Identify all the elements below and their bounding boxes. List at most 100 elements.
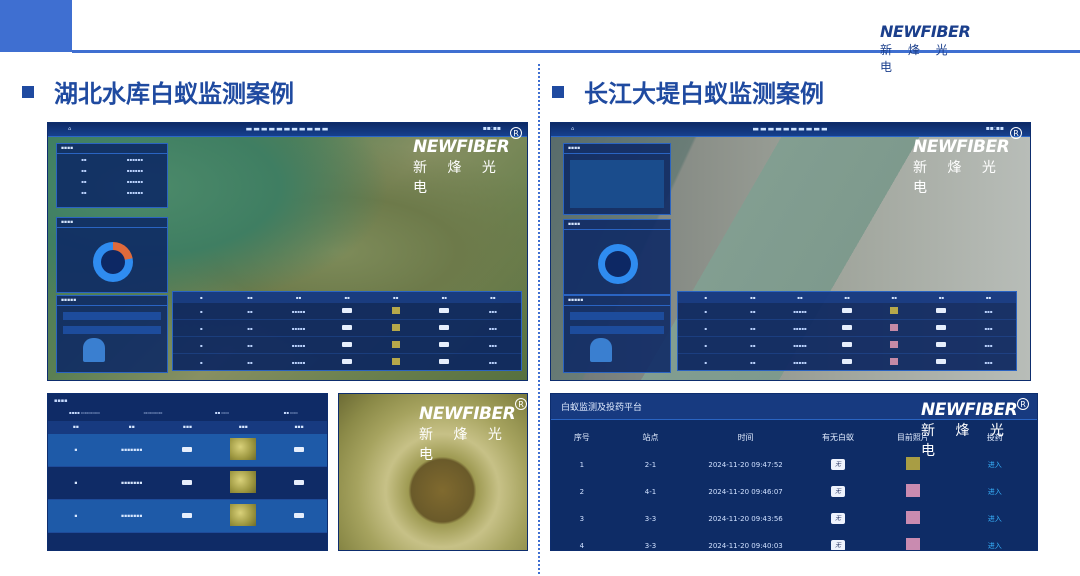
date-filter-graphic[interactable]: ▪▪▪▪ ▭▭▭▭▭	[54, 410, 115, 415]
platform-header-bar: ⌂ ▬▬▬▬▬▬▬▬▬▬ ▪▪:▪▪	[551, 123, 1030, 137]
history-table-screenshot: ▪▪▪▪ ▪▪▪▪ ▭▭▭▭▭ ▭▭▭▭▭ ▪▪ ▭▭ ▪▪ ▭▭ ▪▪ ▪▪ ▪▪…	[47, 393, 328, 551]
enter-link[interactable]: 进入	[952, 514, 1037, 524]
row-site: 3-3	[644, 541, 657, 550]
company-logo: NEWFIBER 新 烽 光 电	[880, 22, 980, 74]
contact-title-graphic: ▪▪▪▪▪	[564, 296, 670, 306]
table-row[interactable]: ▪ ▪▪ ▪▪▪▪▪ ▪▪▪	[173, 337, 521, 354]
termite-flag-badge: 无	[831, 540, 846, 550]
station-donut-chart	[93, 242, 133, 282]
table-row[interactable]: 2 4-1 2024-11-20 09:46:07 无 进入	[551, 478, 1037, 505]
row-site: 4-1	[644, 487, 657, 496]
photo-thumbnail[interactable]	[905, 484, 920, 497]
monitor-table: ▪ ▪▪ ▪▪ ▪▪ ▪▪ ▪▪ ▪▪ ▪ ▪▪ ▪▪▪▪▪ ▪▪▪ ▪ ▪▪ ▪▪▪▪▪ ▪▪▪ ▪ ▪…	[677, 291, 1017, 371]
monitor-table: ▪ ▪▪ ▪▪ ▪▪ ▪▪ ▪▪ ▪▪ ▪ ▪▪ ▪▪▪▪▪ ▪▪▪ ▪ ▪▪ ▪▪▪▪▪ ▪▪▪ ▪ ▪…	[172, 291, 522, 371]
zoomed-monitor-table: 白蚁监测及投药平台 序号 站点 时间 有无白蚁 目前照片 投药 1 2-1 20…	[550, 393, 1038, 551]
contact-field	[63, 312, 161, 320]
left-section-heading: 湖北水库白蚁监测案例	[22, 74, 294, 109]
alert-row[interactable]: ▪▪ ▪▪▪▪▪▪	[57, 165, 167, 176]
header-accent-block	[0, 0, 72, 52]
date-filter-graphic[interactable]: ▭▭▭▭▭	[123, 410, 184, 415]
user-avatar-icon	[83, 338, 105, 362]
row-no: 2	[579, 487, 585, 496]
photo-thumbnail[interactable]	[905, 511, 920, 524]
photo-thumbnail[interactable]	[905, 457, 920, 470]
platform-header-bar: ⌂ ▬▬▬▬▬▬▬▬▬▬▬ ▪▪:▪▪	[48, 123, 527, 137]
table-row[interactable]: ▪ ▪▪▪▪▪▪▪	[48, 467, 327, 500]
logo-text-en: NEWFIBER	[880, 22, 971, 41]
user-avatar-icon	[590, 338, 612, 362]
overlay-logo-cn: 新 烽 光 电	[921, 423, 1012, 459]
row-time: 2024-11-20 09:40:03	[708, 541, 783, 550]
levee-platform-screenshot: ⌂ ▬▬▬▬▬▬▬▬▬▬ ▪▪:▪▪ ▪▪▪▪ ▪▪▪▪ ▪▪▪▪▪ ▪ ▪▪ ▪▪…	[550, 122, 1031, 381]
monitor-table-header: ▪ ▪▪ ▪▪ ▪▪ ▪▪ ▪▪ ▪▪	[173, 292, 521, 303]
row-site: 3-3	[644, 514, 657, 523]
contact-field	[63, 326, 161, 334]
enter-link[interactable]: 进入	[952, 487, 1037, 497]
overlay-logo-cn: 新 烽 光 电	[913, 160, 1004, 196]
table-row[interactable]: ▪ ▪▪ ▪▪▪▪▪ ▪▪▪	[173, 303, 521, 320]
contact-field	[570, 312, 664, 320]
contact-field	[570, 326, 664, 334]
photo-thumbnail[interactable]	[905, 538, 920, 550]
history-title-graphic: ▪▪▪▪	[54, 398, 68, 404]
slide: NEWFIBER 新 烽 光 电 湖北水库白蚁监测案例 长江大堤白蚁监测案例 ⌂…	[0, 0, 1080, 576]
platform-clock-graphic: ▪▪:▪▪	[985, 125, 1004, 132]
station-stats-title-graphic: ▪▪▪▪	[57, 218, 167, 228]
station-stats-box: ▪▪▪▪	[56, 217, 168, 293]
platform-title-graphic: ▬▬▬▬▬▬▬▬▬▬▬	[245, 125, 330, 133]
overlay-logo-cn: 新 烽 光 电	[413, 160, 504, 196]
alert-row[interactable]: ▪▪ ▪▪▪▪▪▪	[57, 176, 167, 187]
overlay-logo: NEWFIBER 新 烽 光 电	[913, 137, 1030, 197]
alert-row[interactable]: ▪▪ ▪▪▪▪▪▪	[57, 154, 167, 165]
row-site: 2-1	[644, 460, 657, 469]
row-no: 1	[579, 460, 585, 469]
table-row[interactable]: 3 3-3 2024-11-20 09:43:56 无 进入	[551, 505, 1037, 532]
col-site: 站点	[642, 433, 659, 442]
registered-mark-icon: R	[510, 127, 522, 139]
enter-link[interactable]: 进入	[952, 460, 1037, 470]
table-row[interactable]: ▪ ▪▪ ▪▪▪▪▪ ▪▪▪	[173, 354, 521, 371]
row-no: 4	[579, 541, 585, 550]
reservoir-platform-screenshot: ⌂ ▬▬▬▬▬▬▬▬▬▬▬ ▪▪:▪▪ ▪▪▪▪ ▪▪ ▪▪▪▪▪▪ ▪▪ ▪▪▪▪…	[47, 122, 528, 381]
alert-row[interactable]: ▪▪ ▪▪▪▪▪▪	[57, 187, 167, 198]
enter-link[interactable]: 进入	[952, 541, 1037, 551]
table-row[interactable]: ▪ ▪▪ ▪▪▪▪▪ ▪▪▪	[678, 320, 1016, 337]
flag-filter-graphic[interactable]: ▪▪ ▭▭	[192, 410, 253, 415]
row-time: 2024-11-20 09:46:07	[708, 487, 783, 496]
row-time: 2024-11-20 09:47:52	[708, 460, 783, 469]
right-section-heading: 长江大堤白蚁监测案例	[552, 74, 824, 109]
contact-box: ▪▪▪▪▪	[56, 295, 168, 373]
right-section-title: 长江大堤白蚁监测案例	[584, 80, 824, 108]
platform-clock-graphic: ▪▪:▪▪	[482, 125, 501, 132]
table-row[interactable]: 4 3-3 2024-11-20 09:40:03 无 进入	[551, 532, 1037, 551]
station-stats-title-graphic: ▪▪▪▪	[564, 220, 670, 230]
station-filter-graphic[interactable]: ▪▪ ▭▭	[260, 410, 321, 415]
table-row[interactable]: ▪ ▪▪ ▪▪▪▪▪ ▪▪▪	[678, 303, 1016, 320]
history-table-header: ▪▪ ▪▪ ▪▪▪ ▪▪▪ ▪▪▪	[48, 421, 327, 434]
alert-list-title-graphic: ▪▪▪▪	[564, 144, 670, 154]
termite-flag-badge: 无	[831, 459, 846, 470]
alert-empty-area	[570, 160, 664, 208]
vertical-divider	[538, 64, 540, 574]
termite-flag-badge: 无	[831, 486, 846, 497]
contact-box: ▪▪▪▪▪	[563, 295, 671, 373]
row-no: 3	[579, 514, 585, 523]
table-row[interactable]: ▪ ▪▪▪▪▪▪▪	[48, 434, 327, 467]
row-time: 2024-11-20 09:43:56	[708, 514, 783, 523]
table-row[interactable]: ▪ ▪▪ ▪▪▪▪▪ ▪▪▪	[678, 337, 1016, 354]
table-row[interactable]: ▪ ▪▪ ▪▪▪▪▪ ▪▪▪	[173, 320, 521, 337]
overlay-logo-en: NEWFIBER	[913, 137, 1010, 157]
table-row[interactable]: ▪ ▪▪ ▪▪▪▪▪ ▪▪▪	[678, 354, 1016, 371]
overlay-logo: NEWFIBER 新 烽 光 电	[419, 404, 527, 464]
termite-flag-badge: 无	[831, 513, 846, 524]
table-row[interactable]: ▪ ▪▪▪▪▪▪▪	[48, 500, 327, 533]
alert-list-box: ▪▪▪▪ ▪▪ ▪▪▪▪▪▪ ▪▪ ▪▪▪▪▪▪ ▪▪ ▪▪▪▪▪▪ ▪▪ ▪▪▪▪▪▪	[56, 143, 168, 208]
bullet-square-icon	[552, 85, 564, 98]
logo-text-cn: 新 烽 光 电	[880, 43, 954, 74]
overlay-logo-en: NEWFIBER	[419, 404, 516, 424]
contact-title-graphic: ▪▪▪▪▪	[57, 296, 167, 306]
registered-mark-icon: R	[515, 398, 527, 410]
overlay-logo-cn: 新 烽 光 电	[419, 427, 510, 463]
alert-list-box: ▪▪▪▪	[563, 143, 671, 215]
left-section-title: 湖北水库白蚁监测案例	[54, 80, 294, 108]
